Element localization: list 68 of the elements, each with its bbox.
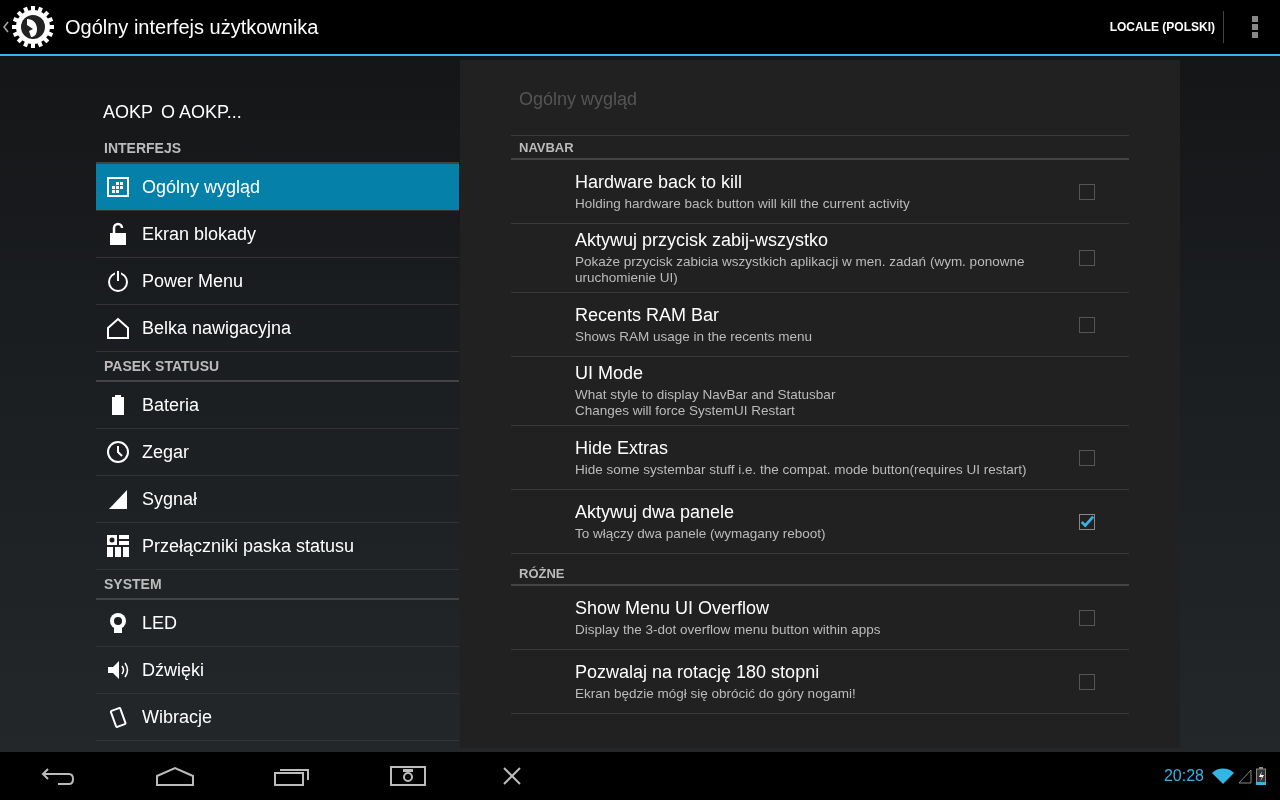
home-button[interactable] <box>156 766 194 786</box>
section-header: SYSTEM <box>96 570 459 600</box>
signal-icon <box>1238 768 1252 784</box>
sidebar-item[interactable]: Przełączniki paska statusu <box>96 523 459 570</box>
preference-summary: Shows RAM usage in the recents menu <box>575 328 814 345</box>
preference-row[interactable]: Recents RAM Bar Shows RAM usage in the recents menu <box>511 293 1129 357</box>
preference-summary: Ekran będzie mógł się obrócić do góry nogami! <box>575 685 857 702</box>
sidebar-item[interactable]: Bateria <box>96 382 459 429</box>
back-button[interactable] <box>40 766 76 786</box>
clock-icon <box>106 440 130 464</box>
preference-row[interactable]: Show Menu UI Overflow Display the 3-dot overflow menu button within apps <box>511 586 1129 650</box>
gear-logo-icon <box>11 5 55 49</box>
preference-row[interactable]: UI Mode What style to display NavBar and Statusbar Changes will force SystemUI Restart <box>511 357 1129 426</box>
about-item[interactable]: O AOKP... <box>161 101 242 123</box>
category-header: RÓŻNE <box>511 562 1129 586</box>
preference-row[interactable]: Hide Extras Hide some systembar stuff i.e. the compat. mode button(requires UI restart) <box>511 426 1129 490</box>
preference-row[interactable]: Hardware back to kill Holding hardware back button will kill the current activity <box>511 160 1129 224</box>
sidebar-item[interactable]: Belka nawigacyjna <box>96 305 459 352</box>
wifi-icon <box>1212 768 1234 784</box>
grid-icon <box>106 175 130 199</box>
preference-row[interactable]: Aktywuj przycisk zabij-wszystko Pokaże przycisk zabicia wszystkich aplikacji w men. zadań (wym. ponowne uruchomienie UI) <box>511 224 1129 293</box>
sidebar-item[interactable]: Ogólny wygląd <box>96 164 459 211</box>
checkbox[interactable] <box>1079 673 1095 690</box>
locale-button[interactable]: LOCALE (POLSKI) <box>1101 12 1223 42</box>
preference-summary: Display the 3-dot overflow menu button within apps <box>575 621 882 638</box>
checkbox[interactable] <box>1079 609 1095 626</box>
preference-title: Show Menu UI Overflow <box>575 597 771 619</box>
category-header: NAVBAR <box>511 136 1129 160</box>
chevron-icon <box>3 21 9 33</box>
preference-title: Hide Extras <box>575 437 670 459</box>
checkbox[interactable] <box>1079 183 1095 200</box>
sidebar-item[interactable]: Ekran blokady <box>96 211 459 258</box>
preference-title: Aktywuj dwa panele <box>575 501 736 523</box>
preference-row[interactable]: Aktywuj dwa panele To włączy dwa panele (wymagany reboot) <box>511 490 1129 554</box>
close-button[interactable] <box>502 766 522 786</box>
preference-title: Hardware back to kill <box>575 171 744 193</box>
tiles-icon <box>106 534 130 558</box>
check-icon <box>1080 514 1094 529</box>
recents-button[interactable] <box>274 766 310 786</box>
sidebar-item[interactable]: Sygnał <box>96 476 459 523</box>
preference-title: Pozwalaj na rotację 180 stopni <box>575 661 821 683</box>
sidebar-item[interactable]: Power Menu <box>96 258 459 305</box>
preference-summary: Changes will force SystemUI Restart <box>575 403 796 419</box>
charging-battery-icon <box>1256 767 1266 785</box>
checkbox[interactable] <box>1079 250 1095 266</box>
sidebar-item[interactable]: Dźwięki <box>96 647 459 694</box>
preference-summary: Pokaże przycisk zabicia wszystkich aplikacji w men. zadań (wym. ponowne uruchomienie UI) <box>575 254 1026 286</box>
screen-title: Ogólny interfejs użytkownika <box>65 15 319 39</box>
clock-time: 20:28 <box>1163 767 1204 785</box>
preference-title: Aktywuj przycisk zabij-wszystko <box>575 230 830 251</box>
preference-summary: Hide some systembar stuff i.e. the compat. mode button(requires UI restart) <box>575 461 1028 478</box>
sidebar-item[interactable]: Wibracje <box>96 694 459 741</box>
sidebar-item[interactable]: Zegar <box>96 429 459 476</box>
preference-summary: To włączy dwa panele (wymagany reboot) <box>575 525 827 542</box>
preference-title: Recents RAM Bar <box>575 304 721 326</box>
checkbox[interactable] <box>1079 513 1095 530</box>
section-header: PASEK STATUSU <box>96 352 459 382</box>
preference-row[interactable]: Pozwalaj na rotację 180 stopni Ekran będzie mógł się obrócić do góry nogami! <box>511 650 1129 714</box>
preference-summary: What style to display NavBar and Statusbar <box>575 387 837 403</box>
sidebar-item[interactable]: LED <box>96 600 459 647</box>
preference-summary: Holding hardware back button will kill the current activity <box>575 195 911 212</box>
screenshot-button[interactable] <box>390 766 426 786</box>
power-icon <box>106 269 130 293</box>
preference-title: UI Mode <box>575 363 645 384</box>
checkbox[interactable] <box>1079 449 1095 466</box>
logo-text: AOKP <box>103 101 154 123</box>
checkbox[interactable] <box>1079 316 1095 333</box>
home-outline-icon <box>106 316 130 340</box>
